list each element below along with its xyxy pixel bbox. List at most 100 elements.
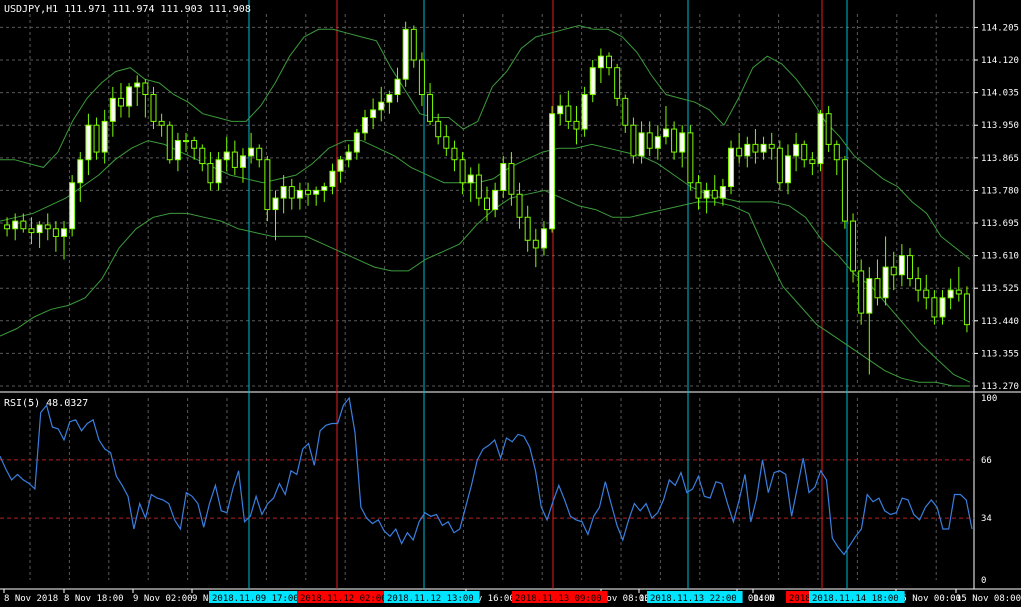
candle-bear [825,113,832,145]
candle-bull [313,189,320,195]
candle-bull [898,255,905,276]
candle-bull [77,159,84,184]
price-tick-label: 114.035 [981,89,1019,99]
candle-bear [858,270,865,314]
candle-bear [20,220,27,230]
candle-bear [508,163,515,195]
candle-bull [654,136,661,149]
candle-bear [191,140,198,149]
candle-bull [947,289,954,299]
candle-bull [784,155,791,184]
rsi-tick-label: 0 [981,576,986,586]
candle-bear [776,147,783,184]
rsi-tick-label: 34 [981,514,992,524]
trading-chart-window: 114.205 114.120 114.035 113.950 113.865 113.7… [0,0,1021,607]
candle-bear [671,128,678,153]
time-axis-label: 15 Nov 00:00 [896,594,961,604]
candle-bear [207,163,214,184]
candle-bear [711,189,718,199]
rsi-tick-label: 100 [981,394,997,404]
candle-bear [28,228,35,234]
candle-bull [866,278,873,314]
candle-bear [752,143,759,153]
time-axis-label: 14 N [753,594,775,604]
candle-bear [695,182,702,199]
candle-bull [61,228,68,237]
candle-bull [589,67,596,96]
candle-bull [12,220,19,230]
marker-label: 2018.11.14 18:00 [812,594,899,604]
candle-bear [427,94,434,122]
candle-bear [142,82,149,96]
candle-bear [915,278,922,291]
candle-bull [239,155,246,168]
candle-bear [606,55,613,69]
candle-bull [882,266,889,299]
price-tick-label: 114.120 [981,56,1019,66]
candle-bear [906,255,913,280]
candle-bull [321,186,328,191]
candle-bull [386,94,393,103]
candle-bull [793,143,800,157]
candle-bull [215,159,222,184]
candle-bear [264,159,271,211]
candle-bear [532,239,539,249]
candle-bear [841,159,848,222]
marker-label: 2018.11.13 09:00 [515,594,602,604]
candle-bull [467,174,474,184]
candle-bull [85,124,92,161]
candle-bull [719,186,726,199]
candle-bull [638,132,645,157]
candle-bull [296,189,303,199]
candle-bull [329,170,336,188]
candle-bear [955,289,962,295]
candle-bear [646,132,653,149]
candle-bear [158,120,165,126]
candle-bear [484,197,490,211]
candle-bull [248,147,255,157]
price-tick-label: 113.950 [981,121,1019,131]
candle-bear [622,97,629,126]
candle-bull [101,120,108,153]
candle-bear [801,143,808,161]
candle-bear [890,266,897,276]
candle-bear [614,67,621,99]
candle-bear [305,189,312,195]
marker-label: 2018 [789,594,811,604]
candle-bear [443,136,450,149]
candle-bear [256,147,263,161]
candle-bull [272,197,279,211]
candle-bull [557,105,564,115]
candle-bull [703,189,710,199]
marker-label: 2018.11.12 02:00 [300,594,387,604]
candle-bear [418,59,425,96]
candle-bear [524,216,531,241]
candle-bull [402,28,409,80]
marker-label: 2018.11.13 22:00 [650,594,737,604]
candle-bear [931,297,938,318]
candle-bull [540,228,547,249]
candle-bear [768,143,775,149]
candle-bear [459,159,466,184]
candle-bull [939,297,946,318]
price-tick-label: 113.695 [981,219,1019,229]
candle-bear [850,220,857,272]
candle-bull [353,132,360,153]
candle-bear [475,174,482,199]
candle-bull [223,151,230,161]
candle-bull [744,143,751,157]
chart-canvas[interactable]: 114.205 114.120 114.035 113.950 113.865 113.7… [0,0,1021,607]
time-axis-label: 15 Nov 08:00 [956,594,1021,604]
candle-bull [370,109,377,119]
candle-bear [923,289,930,299]
candle-bull [69,182,76,230]
candle-bear [231,151,238,168]
candle-bull [549,113,556,230]
candle-bear [4,224,11,230]
candle-bear [687,132,694,184]
candle-bear [117,97,124,107]
candle-bull [817,113,824,165]
symbol-header: USDJPY,H1 111.971 111.974 111.903 111.90… [4,4,251,15]
rsi-header: RSI(5) 48.0327 [4,398,89,409]
candle-bull [345,151,352,161]
